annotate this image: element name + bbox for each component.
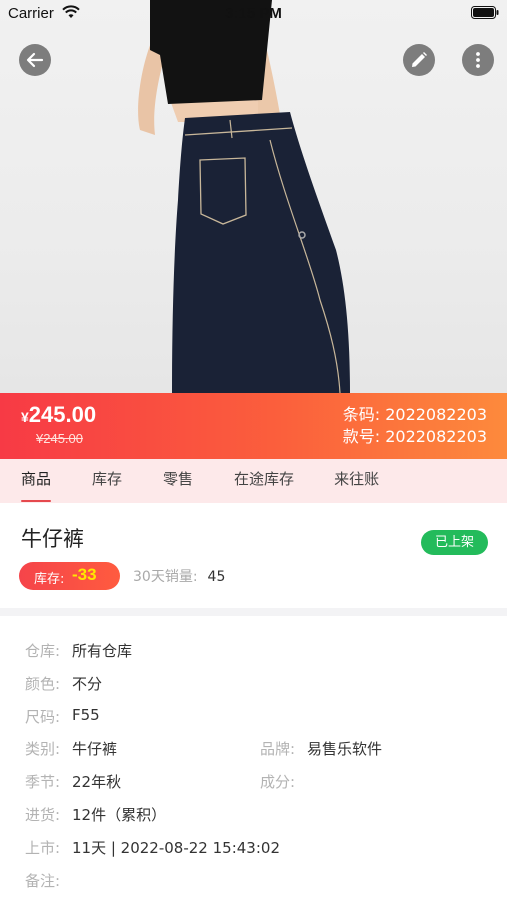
tab-retail[interactable]: 零售 xyxy=(163,459,193,503)
back-button[interactable] xyxy=(19,44,51,76)
product-photo: Carrier 3:15 PM xyxy=(0,0,507,393)
product-summary: 牛仔裤 已上架 库存: -33 30天销量: 45 xyxy=(0,503,507,610)
season-value: 22年秋 xyxy=(72,773,122,791)
original-price: ¥245.00 xyxy=(36,431,83,446)
stock-label: 库存: xyxy=(34,572,65,587)
more-button[interactable] xyxy=(462,44,494,76)
current-price-value: 245.00 xyxy=(28,402,97,427)
size-label: 尺码: xyxy=(25,708,61,726)
clock-time: 3:15 PM xyxy=(225,5,282,22)
barcode-value: 2022082203 xyxy=(385,405,487,424)
style-number-label: 款号: xyxy=(342,427,381,446)
listed-value: 11天 | 2022-08-22 15:43:02 xyxy=(72,839,280,857)
barcode-line: 条码: 2022082203 xyxy=(343,404,487,426)
stock-pill: 库存: -33 xyxy=(19,562,120,590)
color-label: 颜色: xyxy=(25,675,61,693)
tab-accounts[interactable]: 来往账 xyxy=(334,459,379,503)
tab-in-transit[interactable]: 在途库存 xyxy=(234,459,294,503)
color-value: 不分 xyxy=(72,675,103,693)
section-divider xyxy=(0,608,507,616)
status-badge: 已上架 xyxy=(421,530,488,555)
warehouse-label: 仓库: xyxy=(25,642,61,660)
size-value: F55 xyxy=(72,706,100,724)
edit-button[interactable] xyxy=(403,44,435,76)
style-number-value: 2022082203 xyxy=(385,427,487,446)
tab-inventory[interactable]: 库存 xyxy=(92,459,122,503)
purchase-label: 进货: xyxy=(25,806,61,824)
current-price: ¥245.00 xyxy=(21,402,96,428)
warehouse-value: 所有仓库 xyxy=(72,642,133,660)
listed-label: 上市: xyxy=(25,839,61,857)
style-number-line: 款号: 2022082203 xyxy=(343,426,487,448)
barcode-label: 条码: xyxy=(342,405,381,424)
brand-value: 易售乐软件 xyxy=(307,740,383,758)
tab-product[interactable]: 商品 xyxy=(21,459,52,503)
product-details: 仓库: 所有仓库 颜色: 不分 尺码: F55 类别: 牛仔裤 品牌: 易售乐软… xyxy=(0,616,507,900)
currency-symbol: ¥ xyxy=(21,409,29,425)
battery-icon xyxy=(471,6,499,23)
stock-value: -33 xyxy=(72,565,97,584)
product-codes: 条码: 2022082203 款号: 2022082203 xyxy=(343,404,487,448)
category-label: 类别: xyxy=(25,740,61,758)
more-vertical-icon xyxy=(476,52,480,68)
sales-value: 45 xyxy=(207,569,226,585)
purchase-value: 12件（累积） xyxy=(72,806,167,824)
pencil-icon xyxy=(412,52,427,67)
remark-label: 备注: xyxy=(25,872,61,890)
brand-label: 品牌: xyxy=(260,740,296,758)
season-label: 季节: xyxy=(25,773,61,791)
status-bar: Carrier 3:15 PM xyxy=(0,0,507,28)
sales-30-days: 30天销量: 45 xyxy=(133,566,225,586)
category-value: 牛仔裤 xyxy=(72,740,118,758)
sales-label: 30天销量: xyxy=(133,569,198,585)
product-name: 牛仔裤 xyxy=(21,527,84,551)
material-label: 成分: xyxy=(260,773,296,791)
arrow-left-icon xyxy=(26,52,44,68)
price-banner: ¥245.00 ¥245.00 条码: 2022082203 款号: 20220… xyxy=(0,393,507,459)
detail-tabs: 商品 库存 零售 在途库存 来往账 xyxy=(0,459,507,503)
